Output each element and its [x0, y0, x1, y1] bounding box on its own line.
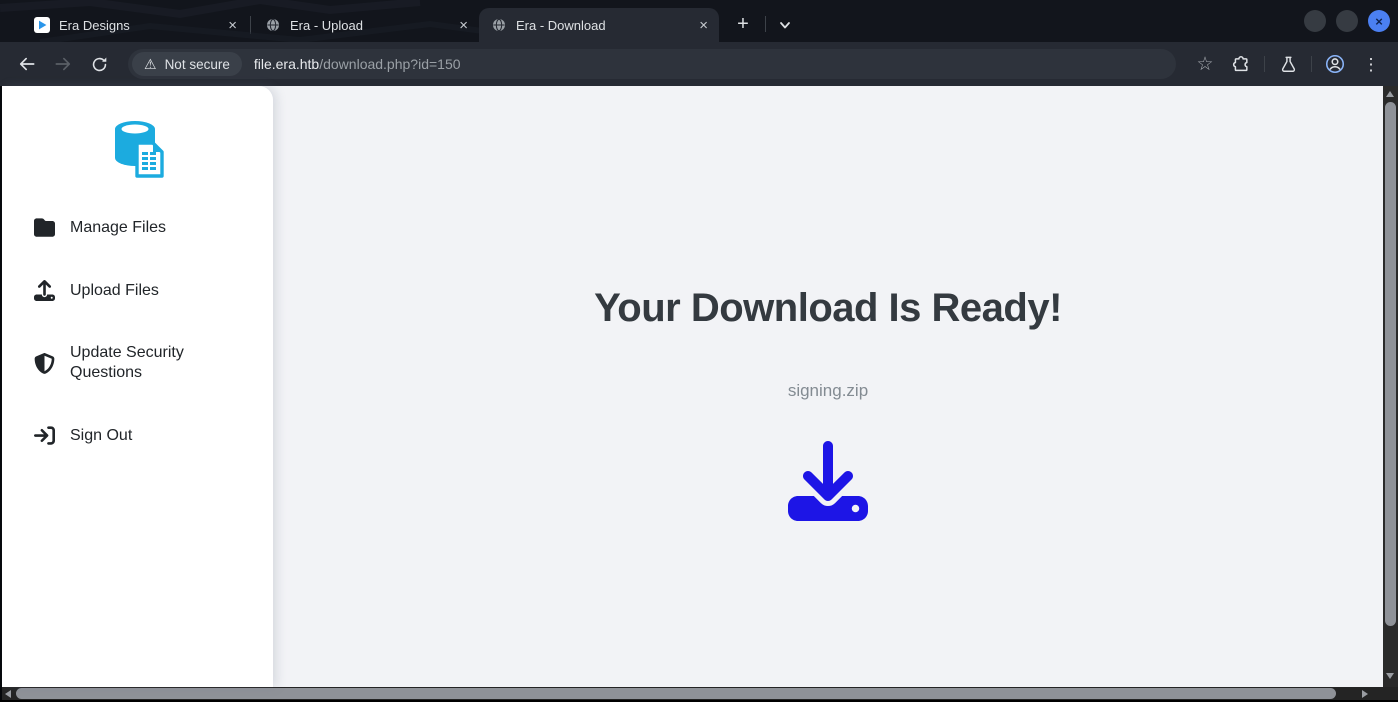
- url-text[interactable]: file.era.htb/download.php?id=150: [254, 56, 461, 72]
- sidebar-item-upload-files[interactable]: Upload Files: [34, 280, 273, 301]
- sign-out-icon: [34, 425, 55, 446]
- security-label: Not secure: [165, 57, 230, 72]
- tab-close-icon[interactable]: ×: [456, 18, 471, 33]
- sidebar-item-sign-out[interactable]: Sign Out: [34, 425, 273, 446]
- forward-button[interactable]: [46, 47, 80, 81]
- toolbar-divider: [1311, 56, 1312, 72]
- profile-avatar-icon[interactable]: [1318, 47, 1352, 81]
- scroll-left-arrow-icon[interactable]: [5, 690, 11, 698]
- tab-era-designs[interactable]: Era Designs ×: [22, 8, 248, 42]
- experiments-flask-icon[interactable]: [1271, 47, 1305, 81]
- extensions-icon[interactable]: [1224, 47, 1258, 81]
- sidebar-item-label: Sign Out: [70, 426, 132, 446]
- tab-title: Era Designs: [59, 18, 216, 33]
- bookmark-star-icon[interactable]: ☆: [1188, 47, 1222, 81]
- sidebar-nav: Manage Files Upload Files Update Securit…: [2, 217, 273, 446]
- menu-kebab-icon[interactable]: ⋮: [1354, 47, 1388, 81]
- tab-title: Era - Upload: [290, 18, 447, 33]
- page-title: Your Download Is Ready!: [273, 286, 1383, 331]
- sidebar-item-update-security-questions[interactable]: Update Security Questions: [34, 343, 273, 383]
- vertical-scrollbar-thumb[interactable]: [1385, 102, 1396, 626]
- window-controls: ×: [1304, 10, 1398, 32]
- tab-close-icon[interactable]: ×: [696, 18, 711, 33]
- tab-close-icon[interactable]: ×: [225, 18, 240, 33]
- scroll-up-arrow-icon[interactable]: [1386, 91, 1394, 97]
- reload-button[interactable]: [82, 47, 116, 81]
- sidebar-item-label: Update Security Questions: [70, 343, 202, 383]
- url-host: file.era.htb: [254, 56, 319, 72]
- shield-icon: [34, 353, 55, 374]
- url-path: /download.php?id=150: [319, 56, 460, 72]
- globe-favicon-icon: [265, 17, 281, 33]
- browser-toolbar: ⚠ Not secure file.era.htb/download.php?i…: [0, 42, 1398, 86]
- security-chip[interactable]: ⚠ Not secure: [132, 52, 242, 76]
- horizontal-scrollbar-thumb[interactable]: [16, 688, 1336, 699]
- sidebar-item-manage-files[interactable]: Manage Files: [34, 217, 273, 238]
- warning-icon: ⚠: [144, 57, 157, 71]
- tab-era-download-active[interactable]: Era - Download ×: [479, 8, 719, 42]
- folder-icon: [34, 217, 55, 238]
- upload-icon: [34, 280, 55, 301]
- address-bar[interactable]: ⚠ Not secure file.era.htb/download.php?i…: [128, 49, 1176, 79]
- tab-search-chevron-down-icon[interactable]: [778, 18, 792, 32]
- download-icon: [788, 441, 868, 521]
- scroll-right-arrow-icon[interactable]: [1362, 690, 1368, 698]
- close-window-button[interactable]: ×: [1368, 10, 1390, 32]
- minimize-button[interactable]: [1304, 10, 1326, 32]
- scroll-down-arrow-icon[interactable]: [1386, 673, 1394, 679]
- sidebar: Manage Files Upload Files Update Securit…: [2, 86, 273, 687]
- globe-favicon-icon: [491, 17, 507, 33]
- main-content: Your Download Is Ready! signing.zip: [273, 86, 1383, 687]
- tab-title: Era - Download: [516, 18, 687, 33]
- horizontal-scrollbar[interactable]: [0, 687, 1398, 700]
- era-database-logo-icon: [108, 116, 168, 178]
- download-filename: signing.zip: [273, 381, 1383, 401]
- back-button[interactable]: [10, 47, 44, 81]
- tab-era-upload[interactable]: Era - Upload ×: [253, 8, 479, 42]
- page-viewport: Manage Files Upload Files Update Securit…: [0, 86, 1398, 687]
- sidebar-item-label: Upload Files: [70, 281, 159, 301]
- download-icon-wrap: [273, 441, 1383, 526]
- tab-divider: [250, 16, 251, 34]
- tab-strip-divider: [765, 16, 766, 32]
- maximize-button[interactable]: [1336, 10, 1358, 32]
- sidebar-item-label: Manage Files: [70, 218, 166, 238]
- vertical-scrollbar[interactable]: [1383, 86, 1398, 687]
- tab-strip: Era Designs × Era - Upload × Era - Downl…: [0, 0, 1398, 42]
- era-designs-favicon-icon: [34, 17, 50, 33]
- toolbar-divider: [1264, 56, 1265, 72]
- new-tab-button[interactable]: +: [729, 10, 757, 38]
